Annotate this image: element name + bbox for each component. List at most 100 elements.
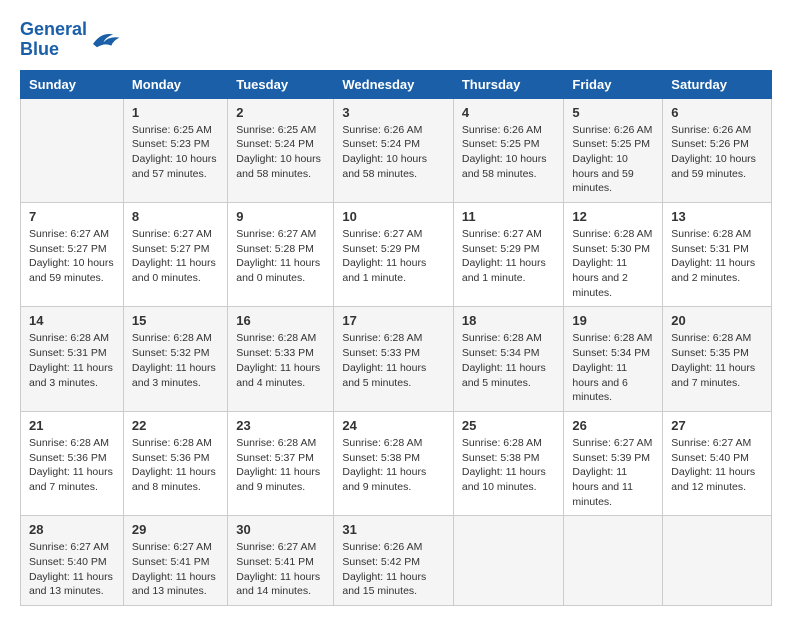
day-info: Sunrise: 6:26 AMSunset: 5:24 PMDaylight:… — [342, 123, 445, 182]
day-cell: 16 Sunrise: 6:28 AMSunset: 5:33 PMDayligh… — [228, 307, 334, 411]
day-cell: 4 Sunrise: 6:26 AMSunset: 5:25 PMDaylight… — [453, 98, 564, 202]
day-number: 25 — [462, 418, 556, 433]
day-number: 30 — [236, 522, 325, 537]
logo-text: GeneralBlue — [20, 20, 87, 60]
day-cell: 13 Sunrise: 6:28 AMSunset: 5:31 PMDayligh… — [663, 203, 772, 307]
day-cell: 6Sunrise: 6:26 AMSunset: 5:26 PMDaylight… — [663, 98, 772, 202]
day-number: 5 — [572, 105, 654, 120]
day-info: Sunrise: 6:25 AMSunset: 5:23 PMDaylight:… — [132, 123, 219, 182]
week-row-5: 28 Sunrise: 6:27 AMSunset: 5:40 PMDayligh… — [21, 516, 772, 606]
day-info: Sunrise: 6:28 AMSunset: 5:31 PMDaylight:… — [671, 227, 763, 286]
day-info: Sunrise: 6:25 AMSunset: 5:24 PMDaylight:… — [236, 123, 325, 182]
day-info: Sunrise: 6:27 AMSunset: 5:40 PMDaylight:… — [29, 540, 115, 599]
day-info: Sunrise: 6:28 AMSunset: 5:34 PMDaylight:… — [462, 331, 556, 390]
day-cell: 19Sunrise: 6:28 AMSunset: 5:34 PMDayligh… — [564, 307, 663, 411]
day-cell — [564, 516, 663, 606]
day-info: Sunrise: 6:28 AMSunset: 5:38 PMDaylight:… — [342, 436, 445, 495]
day-info: Sunrise: 6:28 AMSunset: 5:32 PMDaylight:… — [132, 331, 219, 390]
day-info: Sunrise: 6:27 AMSunset: 5:29 PMDaylight:… — [462, 227, 556, 286]
day-info: Sunrise: 6:28 AMSunset: 5:36 PMDaylight:… — [132, 436, 219, 495]
day-number: 28 — [29, 522, 115, 537]
day-info: Sunrise: 6:28 AMSunset: 5:37 PMDaylight:… — [236, 436, 325, 495]
day-number: 2 — [236, 105, 325, 120]
week-row-3: 14 Sunrise: 6:28 AMSunset: 5:31 PMDayligh… — [21, 307, 772, 411]
day-number: 1 — [132, 105, 219, 120]
day-info: Sunrise: 6:27 AMSunset: 5:39 PMDaylight:… — [572, 436, 654, 509]
day-info: Sunrise: 6:27 AMSunset: 5:40 PMDaylight:… — [671, 436, 763, 495]
day-cell — [21, 98, 124, 202]
day-info: Sunrise: 6:28 AMSunset: 5:35 PMDaylight:… — [671, 331, 763, 390]
day-cell: 24 Sunrise: 6:28 AMSunset: 5:38 PMDayligh… — [334, 411, 454, 515]
day-info: Sunrise: 6:26 AMSunset: 5:25 PMDaylight:… — [462, 123, 556, 182]
calendar-table: SundayMondayTuesdayWednesdayThursdayFrid… — [20, 70, 772, 607]
day-cell: 27 Sunrise: 6:27 AMSunset: 5:40 PMDayligh… — [663, 411, 772, 515]
day-number: 6 — [671, 105, 763, 120]
day-number: 8 — [132, 209, 219, 224]
day-cell: 20 Sunrise: 6:28 AMSunset: 5:35 PMDayligh… — [663, 307, 772, 411]
day-cell: 12Sunrise: 6:28 AMSunset: 5:30 PMDayligh… — [564, 203, 663, 307]
page-header: GeneralBlue — [20, 20, 772, 60]
day-cell: 18 Sunrise: 6:28 AMSunset: 5:34 PMDayligh… — [453, 307, 564, 411]
day-cell: 21 Sunrise: 6:28 AMSunset: 5:36 PMDayligh… — [21, 411, 124, 515]
day-number: 23 — [236, 418, 325, 433]
day-info: Sunrise: 6:28 AMSunset: 5:31 PMDaylight:… — [29, 331, 115, 390]
day-number: 21 — [29, 418, 115, 433]
day-cell: 8 Sunrise: 6:27 AMSunset: 5:27 PMDaylight… — [123, 203, 227, 307]
day-number: 9 — [236, 209, 325, 224]
day-info: Sunrise: 6:28 AMSunset: 5:34 PMDaylight:… — [572, 331, 654, 404]
day-number: 13 — [671, 209, 763, 224]
day-number: 29 — [132, 522, 219, 537]
day-cell: 28 Sunrise: 6:27 AMSunset: 5:40 PMDayligh… — [21, 516, 124, 606]
day-info: Sunrise: 6:27 AMSunset: 5:28 PMDaylight:… — [236, 227, 325, 286]
day-cell: 5 Sunrise: 6:26 AMSunset: 5:25 PMDaylight… — [564, 98, 663, 202]
day-cell: 22 Sunrise: 6:28 AMSunset: 5:36 PMDayligh… — [123, 411, 227, 515]
day-info: Sunrise: 6:27 AMSunset: 5:41 PMDaylight:… — [132, 540, 219, 599]
day-number: 20 — [671, 313, 763, 328]
day-info: Sunrise: 6:27 AMSunset: 5:29 PMDaylight:… — [342, 227, 445, 286]
day-number: 27 — [671, 418, 763, 433]
day-cell: 29 Sunrise: 6:27 AMSunset: 5:41 PMDayligh… — [123, 516, 227, 606]
column-header-tuesday: Tuesday — [228, 70, 334, 98]
day-info: Sunrise: 6:27 AMSunset: 5:41 PMDaylight:… — [236, 540, 325, 599]
day-cell: 2 Sunrise: 6:25 AMSunset: 5:24 PMDaylight… — [228, 98, 334, 202]
day-cell: 25 Sunrise: 6:28 AMSunset: 5:38 PMDayligh… — [453, 411, 564, 515]
day-info: Sunrise: 6:28 AMSunset: 5:36 PMDaylight:… — [29, 436, 115, 495]
day-info: Sunrise: 6:28 AMSunset: 5:33 PMDaylight:… — [236, 331, 325, 390]
day-number: 26 — [572, 418, 654, 433]
day-number: 16 — [236, 313, 325, 328]
day-cell: 7 Sunrise: 6:27 AMSunset: 5:27 PMDaylight… — [21, 203, 124, 307]
day-info: Sunrise: 6:26 AMSunset: 5:25 PMDaylight:… — [572, 123, 654, 196]
day-cell: 31 Sunrise: 6:26 AMSunset: 5:42 PMDayligh… — [334, 516, 454, 606]
day-info: Sunrise: 6:27 AMSunset: 5:27 PMDaylight:… — [29, 227, 115, 286]
day-cell: 15Sunrise: 6:28 AMSunset: 5:32 PMDayligh… — [123, 307, 227, 411]
day-number: 3 — [342, 105, 445, 120]
day-number: 14 — [29, 313, 115, 328]
week-row-2: 7 Sunrise: 6:27 AMSunset: 5:27 PMDaylight… — [21, 203, 772, 307]
day-number: 12 — [572, 209, 654, 224]
day-cell: 14 Sunrise: 6:28 AMSunset: 5:31 PMDayligh… — [21, 307, 124, 411]
day-info: Sunrise: 6:28 AMSunset: 5:38 PMDaylight:… — [462, 436, 556, 495]
day-cell — [453, 516, 564, 606]
column-header-saturday: Saturday — [663, 70, 772, 98]
day-cell: 23 Sunrise: 6:28 AMSunset: 5:37 PMDayligh… — [228, 411, 334, 515]
day-number: 31 — [342, 522, 445, 537]
day-info: Sunrise: 6:28 AMSunset: 5:33 PMDaylight:… — [342, 331, 445, 390]
header-row: SundayMondayTuesdayWednesdayThursdayFrid… — [21, 70, 772, 98]
day-number: 22 — [132, 418, 219, 433]
day-cell: 17 Sunrise: 6:28 AMSunset: 5:33 PMDayligh… — [334, 307, 454, 411]
day-number: 17 — [342, 313, 445, 328]
day-cell: 10Sunrise: 6:27 AMSunset: 5:29 PMDayligh… — [334, 203, 454, 307]
day-cell: 3 Sunrise: 6:26 AMSunset: 5:24 PMDaylight… — [334, 98, 454, 202]
column-header-thursday: Thursday — [453, 70, 564, 98]
day-number: 18 — [462, 313, 556, 328]
day-number: 7 — [29, 209, 115, 224]
day-number: 24 — [342, 418, 445, 433]
column-header-wednesday: Wednesday — [334, 70, 454, 98]
day-cell: 11Sunrise: 6:27 AMSunset: 5:29 PMDayligh… — [453, 203, 564, 307]
day-number: 4 — [462, 105, 556, 120]
week-row-4: 21 Sunrise: 6:28 AMSunset: 5:36 PMDayligh… — [21, 411, 772, 515]
day-info: Sunrise: 6:27 AMSunset: 5:27 PMDaylight:… — [132, 227, 219, 286]
logo-bird-icon — [89, 26, 121, 54]
day-cell — [663, 516, 772, 606]
day-info: Sunrise: 6:26 AMSunset: 5:42 PMDaylight:… — [342, 540, 445, 599]
